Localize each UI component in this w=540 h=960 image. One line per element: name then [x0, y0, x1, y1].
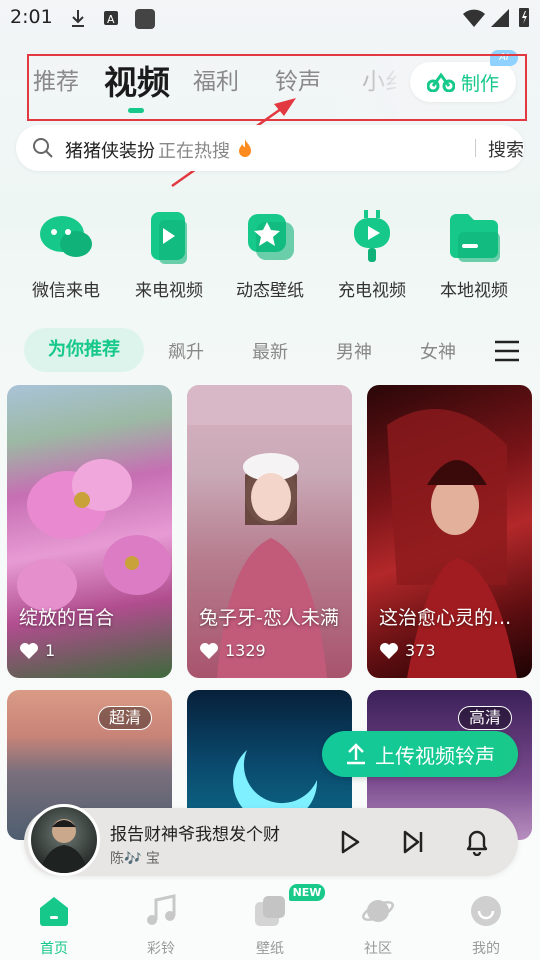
- nav-home[interactable]: 首页: [14, 894, 94, 958]
- category-recommended[interactable]: 为你推荐: [24, 328, 144, 372]
- video-card[interactable]: 绽放的百合 1: [7, 385, 172, 678]
- heart-icon: [20, 642, 38, 659]
- album-cover: [28, 804, 100, 876]
- quick-action-label: 本地视频: [440, 281, 508, 301]
- video-card[interactable]: 这治愈心灵的... 373: [367, 385, 532, 678]
- quick-action-label: 动态壁纸: [236, 281, 304, 301]
- bottom-navigation: 首页 彩铃 壁纸 社区 我的: [0, 880, 540, 960]
- nav-label: 我的: [472, 941, 500, 957]
- search-query: 猪猪侠装扮: [65, 141, 155, 162]
- home-icon: [40, 897, 68, 926]
- nav-community[interactable]: 社区: [338, 894, 418, 958]
- status-time: 2:01: [10, 6, 53, 28]
- nav-label: 社区: [364, 941, 392, 957]
- app-square-icon: [135, 9, 155, 29]
- wallpaper-icon: [255, 896, 285, 926]
- app-a-icon: A: [104, 11, 118, 26]
- mini-player[interactable]: 报告财神爷我想发个财 陈🎶 宝: [24, 804, 518, 876]
- quick-action-live-wallpaper[interactable]: 动态壁纸: [225, 210, 315, 301]
- quick-action-call-video[interactable]: 来电视频: [124, 210, 214, 301]
- category-female[interactable]: 女神: [420, 338, 456, 364]
- quality-badge: 超清: [98, 706, 153, 730]
- heart-icon: [200, 642, 218, 659]
- girl-portrait-image: [187, 385, 352, 678]
- quick-action-label: 微信来电: [32, 281, 100, 301]
- battery-icon: [519, 8, 529, 27]
- video-card[interactable]: 兔子牙-恋人未满 1329: [187, 385, 352, 678]
- quick-action-label: 来电视频: [135, 281, 203, 301]
- svg-text:A: A: [107, 13, 115, 26]
- song-title: 报告财神爷我想发个财: [110, 825, 280, 845]
- like-count-value: 373: [405, 641, 436, 660]
- video-title: 这治愈心灵的...: [379, 607, 512, 629]
- fire-icon: [239, 139, 251, 157]
- quality-badge: 高清: [458, 706, 513, 730]
- menu-icon[interactable]: [494, 340, 520, 362]
- nav-label: 壁纸: [256, 941, 284, 957]
- category-tabs: 为你推荐 飙升 最新 男神 女神: [0, 328, 540, 372]
- charging-video-icon: [354, 210, 390, 262]
- new-badge: NEW: [289, 884, 325, 901]
- category-latest[interactable]: 最新: [252, 338, 288, 364]
- wechat-icon: [40, 216, 92, 257]
- next-track-icon[interactable]: [402, 830, 424, 854]
- video-title: 兔子牙-恋人未满: [199, 607, 339, 629]
- wifi-icon: [463, 9, 485, 27]
- folder-video-icon: [450, 214, 500, 262]
- nav-label: 首页: [40, 941, 68, 957]
- search-bar[interactable]: 猪猪侠装扮 正在热搜 搜索: [16, 125, 524, 171]
- profile-icon: [471, 896, 501, 926]
- star-wallpaper-icon: [248, 214, 294, 260]
- heart-icon: [380, 642, 398, 659]
- upload-icon: [347, 743, 365, 765]
- like-count-value: 1329: [225, 641, 266, 660]
- search-button[interactable]: 搜索: [488, 136, 524, 162]
- quick-action-charging-video[interactable]: 充电视频: [327, 210, 417, 301]
- search-icon: [33, 138, 53, 158]
- status-bar: 2:01 A: [0, 0, 540, 36]
- like-count: 1: [19, 641, 55, 660]
- quick-action-wechat-call[interactable]: 微信来电: [21, 210, 111, 301]
- nav-profile[interactable]: 我的: [446, 894, 526, 958]
- nav-label: 彩铃: [147, 941, 175, 957]
- lily-image: [17, 459, 171, 611]
- category-male[interactable]: 男神: [336, 338, 372, 364]
- singer-photo: [39, 819, 89, 873]
- upload-button-label: 上传视频铃声: [375, 743, 495, 768]
- bell-icon[interactable]: [464, 828, 490, 856]
- video-title: 绽放的百合: [19, 607, 115, 629]
- music-note-icon: [147, 894, 176, 925]
- like-count: 1329: [199, 641, 266, 660]
- phone-video-icon: [151, 212, 187, 264]
- planet-icon: [362, 900, 394, 922]
- signal-icon: [491, 9, 509, 27]
- search-divider: [475, 139, 476, 157]
- like-count: 373: [379, 641, 436, 660]
- search-hint: 正在热搜: [158, 141, 230, 162]
- artist-name: 陈🎶 宝: [110, 851, 160, 867]
- upload-video-ringtone-button[interactable]: 上传视频铃声: [322, 731, 518, 777]
- quick-action-label: 充电视频: [338, 281, 406, 301]
- red-artwork-image: [387, 409, 517, 678]
- play-icon[interactable]: [340, 830, 360, 854]
- nav-ringtone[interactable]: 彩铃: [121, 894, 201, 958]
- like-count-value: 1: [45, 641, 56, 660]
- nav-wallpaper[interactable]: 壁纸: [230, 894, 310, 958]
- download-icon: [72, 10, 84, 27]
- quick-action-local-video[interactable]: 本地视频: [429, 210, 519, 301]
- category-rising[interactable]: 飙升: [168, 338, 204, 364]
